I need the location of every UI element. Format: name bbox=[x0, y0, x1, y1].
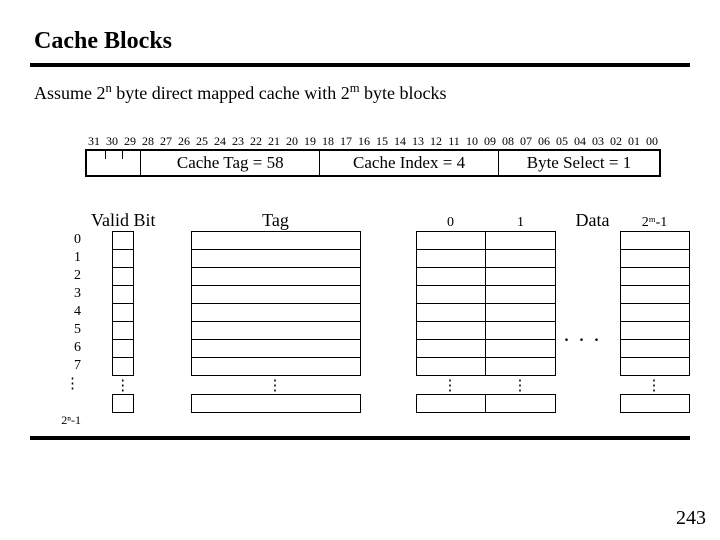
bit: 18 bbox=[319, 134, 337, 149]
row-label: 5 bbox=[55, 321, 81, 339]
col-valid: Valid Bit ⋮ bbox=[91, 205, 156, 413]
bit: 29 bbox=[121, 134, 139, 149]
bit: 00 bbox=[643, 134, 661, 149]
field-byte-select: Byte Select = 1 bbox=[499, 151, 659, 175]
rule-top bbox=[30, 63, 690, 67]
row-label: 4 bbox=[55, 303, 81, 321]
last-row-label: 2ⁿ-1 bbox=[55, 413, 81, 428]
col-hdr-valid: Valid Bit bbox=[91, 205, 156, 231]
row-label: 6 bbox=[55, 339, 81, 357]
page-title: Cache Blocks bbox=[34, 28, 690, 55]
row-labels: 0 1 2 3 4 5 6 7 ⋮ bbox=[55, 231, 81, 393]
rule-bottom bbox=[30, 436, 690, 440]
bit: 31 bbox=[85, 134, 103, 149]
cache-array-diagram: 0 1 2 3 4 5 6 7 ⋮ Valid Bit ⋮ bbox=[55, 205, 690, 413]
bit: 10 bbox=[463, 134, 481, 149]
d0-vdots: ⋮ bbox=[443, 376, 459, 394]
assume-post: byte blocks bbox=[360, 83, 447, 103]
col-hdr-dend: 2ᵐ-1 bbox=[642, 205, 668, 231]
assume-pre: Assume 2 bbox=[34, 83, 106, 103]
valid-cells bbox=[112, 231, 134, 376]
assume-mid: byte direct mapped cache with 2 bbox=[112, 83, 350, 103]
assumption-text: Assume 2n byte direct mapped cache with … bbox=[34, 81, 690, 104]
field-cache-tag: Cache Tag = 58 bbox=[141, 151, 320, 175]
bit: 03 bbox=[589, 134, 607, 149]
col-tag: Tag ⋮ bbox=[191, 205, 361, 413]
address-fields-row: Cache Tag = 58 Cache Index = 4 Byte Sele… bbox=[85, 149, 661, 177]
page-number: 243 bbox=[676, 507, 706, 530]
assume-exp-m: m bbox=[350, 81, 360, 95]
bit: 24 bbox=[211, 134, 229, 149]
tag-vdots: ⋮ bbox=[268, 376, 284, 394]
row-label: 1 bbox=[55, 249, 81, 267]
bit: 21 bbox=[265, 134, 283, 149]
data1-cells bbox=[486, 231, 556, 376]
row-label: 0 bbox=[55, 231, 81, 249]
bit: 15 bbox=[373, 134, 391, 149]
bit: 23 bbox=[229, 134, 247, 149]
col-hdr-d1: 1 bbox=[517, 205, 524, 231]
bit: 05 bbox=[553, 134, 571, 149]
bit: 17 bbox=[337, 134, 355, 149]
row-label: 3 bbox=[55, 285, 81, 303]
field-blank bbox=[87, 151, 141, 175]
bit: 30 bbox=[103, 134, 121, 149]
bit: 11 bbox=[445, 134, 463, 149]
bit: 08 bbox=[499, 134, 517, 149]
bit: 04 bbox=[571, 134, 589, 149]
data0-cells bbox=[416, 231, 486, 376]
col-hdr-d0: 0 bbox=[447, 205, 454, 231]
bit-index-row: 31 30 29 28 27 26 25 24 23 22 21 20 19 1… bbox=[85, 134, 661, 149]
valid-vdots: ⋮ bbox=[115, 376, 131, 394]
bit: 09 bbox=[481, 134, 499, 149]
col-hdr-tag: Tag bbox=[262, 205, 289, 231]
row-label: 2 bbox=[55, 267, 81, 285]
bit: 19 bbox=[301, 134, 319, 149]
bit: 16 bbox=[355, 134, 373, 149]
bit: 25 bbox=[193, 134, 211, 149]
bit: 20 bbox=[283, 134, 301, 149]
last-row: 2ⁿ-1 bbox=[55, 413, 690, 428]
col-hdr-data: Data bbox=[576, 205, 610, 231]
data-hdots: . . . bbox=[564, 321, 602, 347]
col-data-last: 2ᵐ-1 ⋮ bbox=[620, 205, 690, 413]
bit: 22 bbox=[247, 134, 265, 149]
col-data-1: 1 ⋮ bbox=[486, 205, 556, 413]
col-data-0: 0 ⋮ bbox=[416, 205, 486, 413]
row-label: 7 bbox=[55, 357, 81, 375]
bit: 07 bbox=[517, 134, 535, 149]
dend-vdots: ⋮ bbox=[647, 376, 663, 394]
bit: 28 bbox=[139, 134, 157, 149]
bit: 12 bbox=[427, 134, 445, 149]
field-cache-index: Cache Index = 4 bbox=[320, 151, 499, 175]
bit: 01 bbox=[625, 134, 643, 149]
d1-vdots: ⋮ bbox=[513, 376, 529, 394]
bit: 02 bbox=[607, 134, 625, 149]
datalast-cells bbox=[620, 231, 690, 376]
bit: 14 bbox=[391, 134, 409, 149]
bit: 26 bbox=[175, 134, 193, 149]
bit: 06 bbox=[535, 134, 553, 149]
bit: 27 bbox=[157, 134, 175, 149]
tag-cells bbox=[191, 231, 361, 376]
row-vdots: ⋮ bbox=[55, 375, 81, 393]
bit: 13 bbox=[409, 134, 427, 149]
